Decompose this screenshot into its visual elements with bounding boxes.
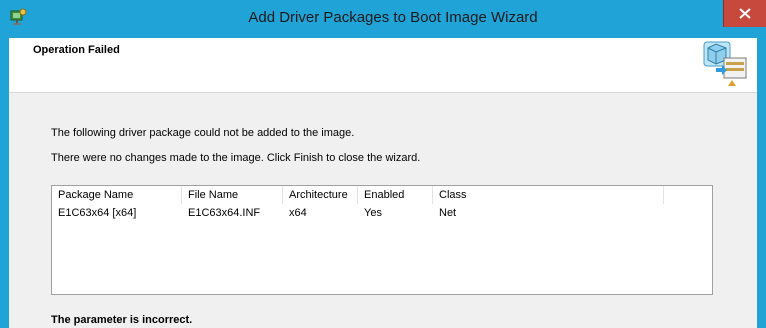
window-frame-left [0, 38, 9, 328]
close-icon [739, 8, 751, 19]
cell-class: Net [439, 207, 457, 219]
cell-architecture: x64 [289, 207, 307, 219]
window-title: Add Driver Packages to Boot Image Wizard [248, 9, 538, 26]
list-header: Package Name File Name Architecture Enab… [52, 186, 712, 204]
cell-enabled: Yes [364, 207, 382, 219]
title-bar: Add Driver Packages to Boot Image Wizard [0, 0, 766, 38]
table-row[interactable]: E1C63x64 [x64] E1C63x64.INF x64 Yes Net [52, 205, 712, 222]
close-button[interactable] [723, 0, 766, 27]
column-header-architecture[interactable]: Architecture [283, 186, 358, 204]
column-header-file-name[interactable]: File Name [182, 186, 283, 204]
cell-package-name: E1C63x64 [x64] [58, 207, 137, 219]
page-title: Operation Failed [33, 44, 120, 56]
failure-message: The following driver package could not b… [51, 127, 355, 139]
window-frame-right [757, 38, 766, 328]
instruction-message: There were no changes made to the image.… [51, 152, 421, 164]
wizard-header: Operation Failed [9, 38, 757, 93]
column-header-class[interactable]: Class [433, 186, 664, 204]
column-header-enabled[interactable]: Enabled [358, 186, 433, 204]
cell-file-name: E1C63x64.INF [188, 207, 261, 219]
error-message: The parameter is incorrect. [51, 314, 193, 326]
wizard-content: The following driver package could not b… [9, 93, 757, 328]
driver-package-wizard-icon [703, 41, 747, 86]
column-header-package-name[interactable]: Package Name [52, 186, 182, 204]
driver-package-list[interactable]: Package Name File Name Architecture Enab… [51, 185, 713, 295]
